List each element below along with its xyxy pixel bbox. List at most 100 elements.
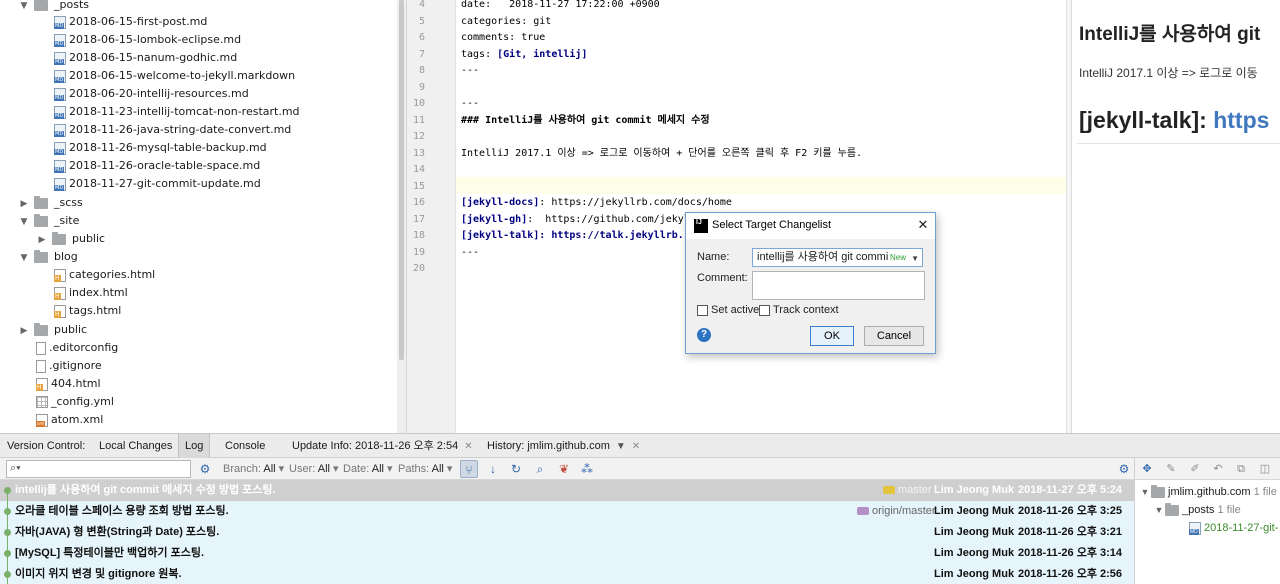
ok-button[interactable]: OK [810, 326, 854, 346]
close-tab-icon[interactable]: ✕ [632, 441, 640, 452]
branch-label: master [883, 480, 932, 501]
tree-item-changed-file[interactable]: 2018-11-27-git- [1189, 519, 1278, 537]
chevron-down-icon[interactable]: ▼ [1139, 483, 1151, 501]
tree-item-file[interactable]: .editorconfig [36, 339, 118, 357]
tab-history[interactable]: History: jmlim.github.com ▼ ✕ [487, 434, 640, 458]
preview-heading: IntelliJ를 사용하여 git [1079, 24, 1261, 45]
tree-item-site-public-folder[interactable]: ▶ public [36, 230, 105, 248]
html-file-icon [54, 286, 66, 300]
line-number: 5 [418, 15, 425, 27]
tree-item-folder[interactable]: ▼ _posts 1 file [1153, 501, 1241, 519]
help-icon[interactable]: ? [697, 328, 711, 342]
tree-item-post[interactable]: 2018-06-15-lombok-eclipse.md [54, 31, 241, 49]
tree-item-blog-folder[interactable]: ▼ blog [18, 248, 78, 266]
tree-item-html[interactable]: index.html [54, 284, 128, 302]
tree-item-site-folder[interactable]: ▼ _site [18, 212, 79, 230]
tab-log[interactable]: Log [178, 434, 211, 458]
tab-console[interactable]: Console [225, 434, 265, 458]
comment-textarea[interactable] [752, 271, 925, 300]
arrow-down-icon[interactable]: ↓ [484, 460, 502, 478]
tree-scrollbar[interactable] [397, 0, 406, 433]
folder-icon [33, 322, 48, 336]
tree-item-file[interactable]: _config.yml [36, 393, 114, 411]
tree-item-post[interactable]: 2018-11-23-intellij-tomcat-non-restart.m… [54, 103, 300, 121]
chevron-down-icon[interactable]: ▼ [18, 213, 30, 231]
track-context-label[interactable]: Track context [773, 304, 839, 316]
chevron-right-icon[interactable]: ▶ [18, 322, 30, 340]
preview-link[interactable]: https [1213, 107, 1269, 133]
folder-icon [33, 0, 48, 11]
tree-item-post[interactable]: 2018-06-15-welcome-to-jekyll.markdown [54, 67, 295, 85]
tab-update-info[interactable]: Update Info: 2018-11-26 오후 2:54 ✕ [292, 434, 473, 458]
table-row[interactable]: 자바(JAVA) 형 변환(String과 Date) 포스팅. Lim Jeo… [0, 522, 1134, 543]
chevron-down-icon[interactable]: ▼ [616, 441, 626, 452]
chevron-right-icon[interactable]: ▶ [18, 195, 30, 213]
tree-item-scss-folder[interactable]: ▶ _scss [18, 194, 83, 212]
tree-item-post[interactable]: 2018-06-15-first-post.md [54, 13, 207, 31]
tree-item-posts-folder[interactable]: ▼ _posts [18, 0, 89, 14]
branch-filter[interactable]: Branch: All ▾ [223, 462, 284, 475]
expand-icon[interactable]: ✥ [1139, 460, 1155, 478]
tree-item-public-folder[interactable]: ▶ public [18, 321, 87, 339]
track-context-checkbox[interactable] [759, 305, 770, 316]
grid-icon[interactable]: ⁂ [578, 460, 596, 478]
branch-label: origin/master [857, 501, 936, 522]
tree-item-file[interactable]: 404.html [36, 375, 101, 393]
line-number: 20 [412, 263, 425, 274]
tree-item-post[interactable]: 2018-06-15-nanum-godhic.md [54, 49, 237, 67]
line-number: 14 [412, 164, 425, 175]
settings-icon[interactable]: ⚙ [1115, 460, 1133, 478]
table-row[interactable]: [MySQL] 특정테이블만 백업하기 포스팅. Lim Jeong Muk 2… [0, 543, 1134, 564]
refresh-icon[interactable]: ↻ [507, 460, 525, 478]
line-number: 13 [412, 147, 425, 159]
intellij-icon: IJ [694, 219, 708, 233]
close-icon[interactable]: ✕ [914, 216, 932, 234]
revert-icon[interactable]: ↶ [1210, 460, 1226, 478]
chevron-down-icon[interactable]: ▼ [18, 0, 30, 15]
set-active-checkbox[interactable] [697, 305, 708, 316]
table-row[interactable]: 오라클 테이블 스페이스 용량 조회 방법 포스팅. origin/master… [0, 501, 1134, 522]
cherry-pick-icon[interactable]: ❦ [555, 460, 573, 478]
folder-icon [33, 249, 48, 263]
line-number: 16 [412, 197, 425, 208]
gear-icon[interactable]: ⚙ [196, 460, 214, 478]
chevron-down-icon[interactable]: ▼ [1153, 501, 1165, 519]
dialog-titlebar[interactable]: IJ Select Target Changelist ✕ [686, 213, 935, 239]
user-filter[interactable]: User: All ▾ [289, 462, 339, 475]
tree-item-post[interactable]: 2018-11-27-git-commit-update.md [54, 175, 261, 193]
tree-item-html[interactable]: tags.html [54, 302, 121, 320]
line-number: 6 [418, 32, 425, 43]
set-active-label[interactable]: Set active [711, 304, 759, 316]
diff-icon[interactable]: ⧉ [1233, 460, 1249, 478]
edit-source-icon[interactable]: ✐ [1187, 460, 1203, 478]
scrollbar-thumb[interactable] [399, 0, 404, 360]
close-tab-icon[interactable]: ✕ [464, 441, 472, 452]
tree-item-post[interactable]: 2018-11-26-oracle-table-space.md [54, 157, 260, 175]
tree-item-file[interactable]: atom.xml [36, 411, 103, 429]
folder-icon [33, 213, 48, 227]
cancel-button[interactable]: Cancel [864, 326, 924, 346]
graph-toggle-icon[interactable]: ⑂ [460, 460, 478, 478]
date-filter[interactable]: Date: All ▾ [343, 462, 393, 475]
code-line: categories: git [461, 15, 552, 27]
table-row[interactable]: 이미지 위지 변경 및 gitignore 원복. Lim Jeong Muk … [0, 564, 1134, 584]
preview-icon[interactable]: ◫ [1257, 460, 1273, 478]
edit-icon[interactable]: ✎ [1163, 460, 1179, 478]
tree-item-file[interactable]: .gitignore [36, 357, 102, 375]
tree-item-post[interactable]: 2018-11-26-java-string-date-convert.md [54, 121, 291, 139]
version-control-tool-window: Version Control: Local Changes Log Conso… [0, 433, 1280, 584]
chevron-right-icon[interactable]: ▶ [36, 231, 48, 249]
changelist-name-combobox[interactable]: intellij를 사용하여 git commi New ▼ [752, 248, 923, 267]
zoom-icon[interactable]: ⌕ [531, 460, 549, 478]
chevron-down-icon[interactable]: ▼ [18, 249, 30, 267]
log-search-input[interactable]: ⌕▾ [6, 460, 191, 478]
tab-local-changes[interactable]: Local Changes [99, 434, 172, 458]
tree-item-post[interactable]: 2018-06-20-intellij-resources.md [54, 85, 249, 103]
tree-item-post[interactable]: 2018-11-26-mysql-table-backup.md [54, 139, 267, 157]
table-row[interactable]: intellij를 사용하여 git commit 메세지 수정 방법 포스팅.… [0, 480, 1134, 501]
chevron-down-icon[interactable]: ▼ [911, 250, 919, 266]
markdown-file-icon [54, 33, 66, 47]
tree-item-repo[interactable]: ▼ jmlim.github.com 1 file [1139, 483, 1277, 501]
tree-item-html[interactable]: categories.html [54, 266, 155, 284]
paths-filter[interactable]: Paths: All ▾ [398, 462, 452, 475]
